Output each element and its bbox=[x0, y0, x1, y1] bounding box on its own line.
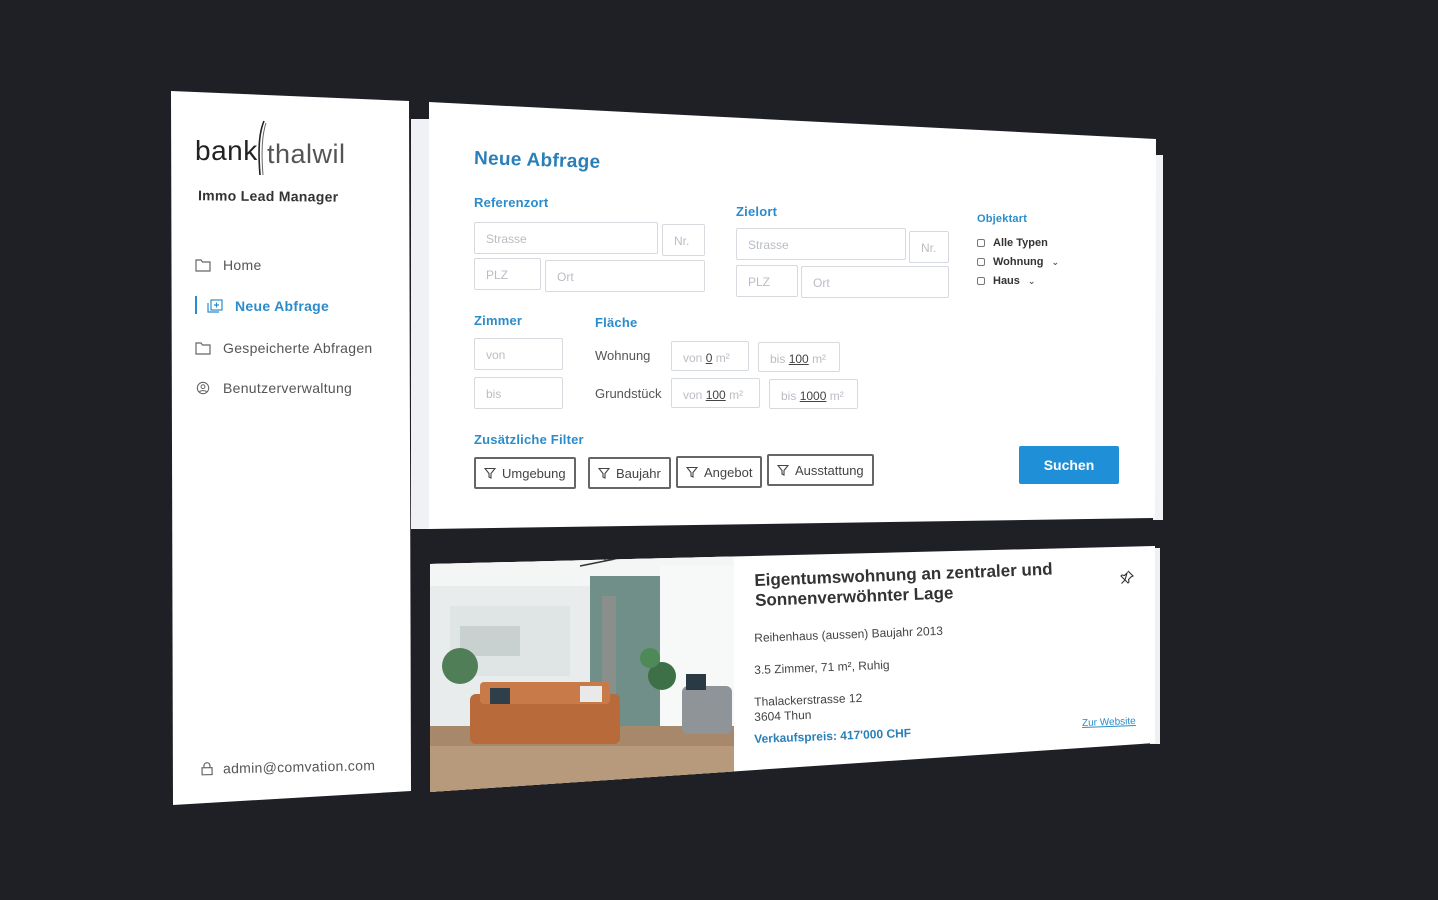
chevron-down-icon[interactable]: ⌄ bbox=[1052, 257, 1060, 268]
sidebar-item-label: Gespeicherte Abfragen bbox=[223, 340, 373, 356]
sidebar-item-gespeicherte-abfragen[interactable]: Gespeicherte Abfragen bbox=[195, 340, 373, 356]
zielort-ort-input[interactable]: Ort bbox=[801, 266, 949, 298]
active-indicator bbox=[195, 296, 197, 314]
checkbox-label: Wohnung bbox=[993, 256, 1044, 268]
wohnung-von-value: 0 bbox=[705, 351, 713, 365]
folder-icon bbox=[195, 259, 211, 272]
add-query-icon bbox=[207, 299, 223, 313]
sidebar-item-home[interactable]: Home bbox=[195, 257, 262, 273]
filter-label: Umgebung bbox=[502, 465, 566, 481]
sidebar-item-neue-abfrage[interactable]: Neue Abfrage bbox=[207, 298, 329, 314]
checkbox-box[interactable] bbox=[977, 277, 985, 285]
grundstueck-von-value: 100 bbox=[705, 388, 726, 402]
unit-suffix: m² bbox=[829, 389, 844, 403]
checkbox-wohnung[interactable]: Wohnung ⌄ bbox=[977, 256, 1059, 268]
checkbox-box[interactable] bbox=[977, 239, 985, 247]
sidebar-item-label: Home bbox=[223, 257, 262, 273]
logo-text-bank: bank bbox=[195, 135, 258, 166]
referenzort-strasse-input[interactable]: Strasse bbox=[474, 222, 658, 254]
grundstueck-bis-value: 1000 bbox=[799, 389, 827, 403]
referenzort-ort-input[interactable]: Ort bbox=[545, 260, 705, 292]
bis-prefix: bis bbox=[781, 389, 797, 403]
sidebar: bank thalwil Immo Lead Manager Home Neue… bbox=[171, 91, 411, 805]
website-link[interactable]: Zur Website bbox=[1082, 716, 1136, 729]
query-panel: Neue Abfrage Referenzort Strasse Nr. PLZ… bbox=[429, 102, 1156, 529]
filter-ausstattung-button[interactable]: Ausstattung bbox=[767, 454, 874, 486]
user-account[interactable]: admin@comvation.com bbox=[201, 757, 375, 777]
grundstueck-von-input[interactable]: von 100 m² bbox=[671, 378, 760, 408]
unit-suffix: m² bbox=[812, 352, 827, 366]
objektart-label: Objektart bbox=[977, 213, 1028, 225]
listing-title: Eigentumswohnung an zentraler und Sonnen… bbox=[754, 559, 1053, 610]
wohnung-von-input[interactable]: von 0 m² bbox=[671, 341, 749, 371]
zielort-nr-input[interactable]: Nr. bbox=[909, 231, 949, 263]
listing-street: Thalackerstrasse 12 bbox=[754, 690, 863, 709]
von-prefix: von bbox=[683, 351, 703, 365]
flaeche-label: Fläche bbox=[595, 315, 638, 330]
funnel-icon bbox=[598, 467, 610, 479]
chevron-down-icon[interactable]: ⌄ bbox=[1028, 276, 1036, 287]
user-circle-icon bbox=[196, 381, 210, 395]
zielort-plz-input[interactable]: PLZ bbox=[736, 265, 798, 297]
checkbox-label: Haus bbox=[993, 275, 1020, 287]
lock-icon bbox=[201, 762, 213, 776]
von-prefix: von bbox=[683, 388, 703, 402]
filter-umgebung-button[interactable]: Umgebung bbox=[474, 457, 576, 489]
funnel-icon bbox=[484, 467, 496, 479]
folder-icon bbox=[195, 342, 211, 355]
checkbox-label: Alle Typen bbox=[993, 237, 1048, 249]
property-photo[interactable] bbox=[430, 546, 734, 792]
funnel-icon bbox=[686, 466, 698, 478]
bis-prefix: bis bbox=[770, 352, 786, 366]
listing-details: 3.5 Zimmer, 71 m², Ruhig bbox=[754, 657, 890, 677]
zimmer-label: Zimmer bbox=[474, 313, 523, 328]
referenzort-plz-input[interactable]: PLZ bbox=[474, 258, 541, 290]
wohnung-bis-input[interactable]: bis 100 m² bbox=[758, 342, 840, 372]
result-card[interactable]: Eigentumswohnung an zentraler und Sonnen… bbox=[430, 546, 1155, 792]
unit-suffix: m² bbox=[729, 388, 744, 402]
filter-label: Ausstattung bbox=[795, 462, 864, 478]
filter-angebot-button[interactable]: Angebot bbox=[676, 456, 763, 488]
zimmer-bis-input[interactable]: bis bbox=[474, 377, 563, 409]
zusaetzliche-filter-label: Zusätzliche Filter bbox=[474, 432, 584, 447]
checkbox-box[interactable] bbox=[977, 258, 985, 266]
unit-suffix: m² bbox=[715, 351, 730, 365]
zielort-label: Zielort bbox=[736, 204, 778, 219]
checkbox-haus[interactable]: Haus ⌄ bbox=[977, 275, 1035, 287]
wohnung-row-label: Wohnung bbox=[595, 348, 651, 363]
grundstueck-bis-input[interactable]: bis 1000 m² bbox=[769, 379, 858, 409]
panel-shadow bbox=[411, 119, 431, 529]
wohnung-bis-value: 100 bbox=[788, 352, 809, 366]
zimmer-von-input[interactable]: von bbox=[474, 338, 563, 370]
zielort-strasse-input[interactable]: Strasse bbox=[736, 228, 906, 260]
page-title: Neue Abfrage bbox=[473, 148, 601, 173]
pin-icon[interactable] bbox=[1120, 570, 1134, 584]
search-button[interactable]: Suchen bbox=[1019, 446, 1119, 484]
sidebar-item-benutzerverwaltung[interactable]: Benutzerverwaltung bbox=[195, 380, 352, 396]
user-email: admin@comvation.com bbox=[222, 757, 376, 777]
referenzort-nr-input[interactable]: Nr. bbox=[662, 224, 705, 256]
app-name: Immo Lead Manager bbox=[197, 187, 339, 205]
filter-baujahr-button[interactable]: Baujahr bbox=[588, 457, 671, 489]
checkbox-alle-typen[interactable]: Alle Typen bbox=[977, 237, 1048, 249]
listing-type: Reihenhaus (aussen) Baujahr 2013 bbox=[754, 623, 944, 645]
filter-label: Baujahr bbox=[616, 465, 661, 481]
sidebar-item-label: Benutzerverwaltung bbox=[223, 380, 353, 396]
logo-text-thalwil: thalwil bbox=[267, 139, 346, 169]
listing-city: 3604 Thun bbox=[754, 707, 812, 724]
bank-thalwil-logo[interactable]: bank thalwil bbox=[195, 119, 355, 176]
sidebar-item-label: Neue Abfrage bbox=[235, 298, 330, 314]
funnel-icon bbox=[777, 464, 789, 476]
filter-label: Angebot bbox=[704, 464, 753, 480]
grundstueck-row-label: Grundstück bbox=[595, 386, 662, 401]
listing-price: Verkaufspreis: 417'000 CHF bbox=[754, 725, 912, 746]
referenzort-label: Referenzort bbox=[474, 195, 549, 210]
